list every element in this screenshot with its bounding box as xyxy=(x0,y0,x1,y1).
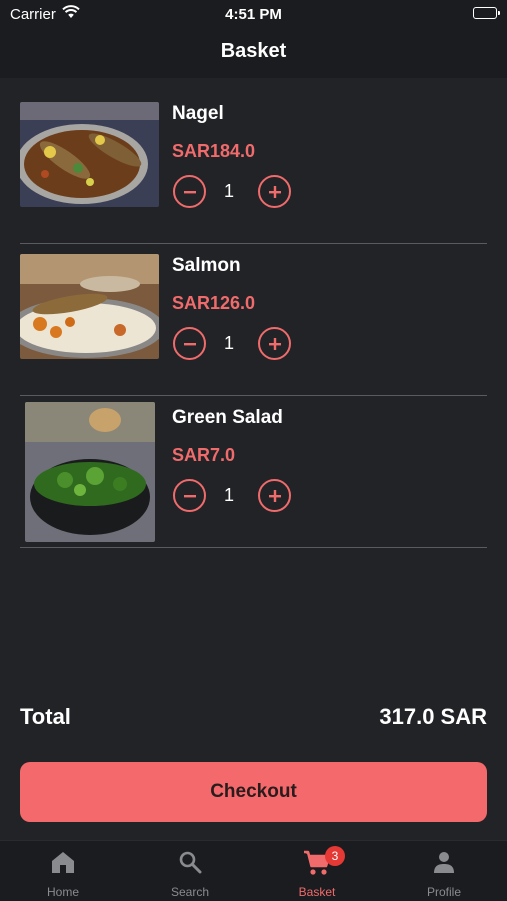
search-icon xyxy=(127,850,253,874)
tab-label: Profile xyxy=(426,885,461,899)
item-name: Salmon xyxy=(172,255,241,276)
tab-label: Home xyxy=(46,885,79,899)
item-quantity: 1 xyxy=(223,181,234,201)
minus-icon xyxy=(183,494,196,497)
increase-quantity-button[interactable] xyxy=(258,175,291,208)
cart-count-badge: 3 xyxy=(325,846,345,866)
tab-home[interactable]: Home xyxy=(0,841,126,901)
home-icon xyxy=(0,850,126,874)
increase-quantity-button[interactable] xyxy=(258,327,291,360)
plus-icon xyxy=(268,337,281,350)
minus-icon xyxy=(183,190,196,193)
item-name: Green Salad xyxy=(172,407,283,428)
basket-list: Nagel SAR184.0 1 Salmon SAR126.0 1 Green… xyxy=(20,92,487,548)
basket-item[interactable]: Nagel SAR184.0 1 xyxy=(20,92,487,244)
decrease-quantity-button[interactable] xyxy=(173,479,206,512)
item-image xyxy=(20,102,159,207)
basket-item[interactable]: Salmon SAR126.0 1 xyxy=(20,244,487,396)
nav-bar: Basket xyxy=(0,28,507,78)
decrease-quantity-button[interactable] xyxy=(173,327,206,360)
page-title: Basket xyxy=(220,40,287,62)
battery-icon xyxy=(473,7,500,19)
total-value: 317.0 SAR xyxy=(379,704,487,729)
tab-label: Search xyxy=(170,885,210,899)
item-name: Nagel xyxy=(172,103,224,124)
person-icon xyxy=(381,850,507,874)
tab-search[interactable]: Search xyxy=(127,841,253,901)
cart-icon xyxy=(254,850,380,876)
tab-profile[interactable]: Profile xyxy=(381,841,507,901)
decrease-quantity-button[interactable] xyxy=(173,175,206,208)
item-quantity: 1 xyxy=(223,333,234,353)
item-price: SAR7.0 xyxy=(172,445,236,465)
increase-quantity-button[interactable] xyxy=(258,479,291,512)
clock: 4:51 PM xyxy=(225,6,282,23)
basket-item[interactable]: Green Salad SAR7.0 1 xyxy=(20,396,487,548)
tab-label: Basket xyxy=(298,885,336,899)
item-image xyxy=(25,402,155,542)
checkout-button[interactable]: Checkout xyxy=(20,762,487,822)
item-price: SAR126.0 xyxy=(172,293,256,313)
total-label: Total xyxy=(20,704,71,729)
plus-icon xyxy=(268,185,281,198)
tab-bar: Home Search 3 Basket Profile xyxy=(0,840,507,901)
status-bar: Carrier 4:51 PM xyxy=(0,0,507,28)
item-image xyxy=(20,254,159,359)
item-quantity: 1 xyxy=(223,485,234,505)
minus-icon xyxy=(183,342,196,345)
item-price: SAR184.0 xyxy=(172,141,256,161)
total-row: Total 317.0 SAR xyxy=(20,704,487,734)
plus-icon xyxy=(268,489,281,502)
tab-basket[interactable]: 3 Basket xyxy=(254,841,380,901)
